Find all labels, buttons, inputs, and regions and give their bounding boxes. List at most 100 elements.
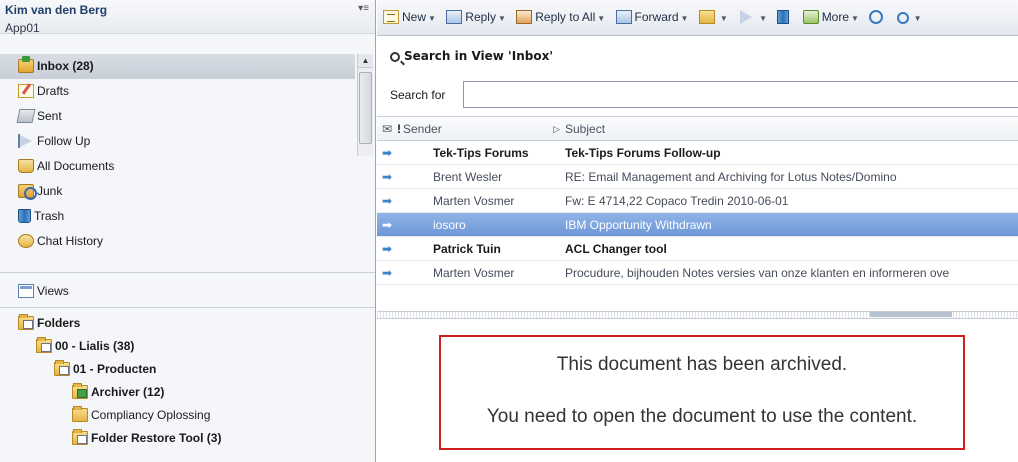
sidebar-item-trash[interactable]: Trash [0, 204, 355, 229]
search-input[interactable] [463, 81, 1018, 108]
sidebar-item-label: All Documents [37, 159, 115, 173]
reply-all-button[interactable]: Reply to All ▼ [516, 9, 605, 24]
navigator-header: Kim van den Berg App01 ▾≡ [0, 0, 375, 35]
chevron-down-icon[interactable]: ▼ [428, 14, 436, 23]
table-row-selected[interactable]: ➡ iosoro IBM Opportunity Withdrawn [377, 213, 1018, 237]
magnifier-icon [390, 52, 400, 62]
new-button-label: New [402, 9, 427, 24]
sidebar-item-views[interactable]: Views [0, 273, 375, 309]
follow-up-icon [18, 134, 34, 148]
sidebar-item-label: Sent [37, 109, 62, 123]
tree-item-folder-restore-tool[interactable]: Folder Restore Tool (3) [0, 427, 375, 450]
sidebar-item-chat-history[interactable]: Chat History [0, 229, 355, 254]
more-button[interactable]: More ▼ [802, 9, 859, 24]
reply-button[interactable]: Reply ▼ [446, 9, 506, 24]
row-subject: Tek-Tips Forums Follow-up [565, 146, 721, 160]
tree-item-label: Archiver (12) [91, 385, 165, 399]
sidebar-item-follow-up[interactable]: Follow Up [0, 129, 355, 154]
navigator-pane: Kim van den Berg App01 ▾≡ Inbox (28) Dra… [0, 0, 376, 462]
search-button[interactable]: ▼ [896, 10, 922, 24]
sidebar-item-label: Chat History [37, 234, 104, 248]
table-row[interactable]: ➡ Marten Vosmer Fw: E 4714,22 Copaco Tre… [377, 189, 1018, 213]
follow-up-flag-icon [738, 9, 754, 24]
row-sender: iosoro [433, 218, 466, 232]
tree-item-label: Compliancy Oplossing [91, 408, 211, 422]
column-header-sender[interactable]: Sender [403, 122, 442, 136]
row-sender: Marten Vosmer [433, 194, 515, 208]
row-subject: ACL Changer tool [565, 242, 667, 256]
folder-icon [698, 9, 715, 24]
envelope-icon[interactable]: ✉ [382, 122, 392, 136]
drafts-icon [18, 84, 34, 98]
sent-icon [16, 109, 36, 123]
row-subject: Procudure, bijhouden Notes versies van o… [565, 266, 950, 280]
action-toolbar: New ▼ Reply ▼ Reply to All ▼ Forward ▼ ▼ ▼ M… [377, 0, 1018, 36]
sidebar-item-inbox[interactable]: Inbox (28) [0, 54, 355, 79]
chevron-down-icon[interactable]: ▼ [759, 14, 767, 23]
chat-history-icon [18, 234, 34, 248]
table-row[interactable]: ➡ Marten Vosmer Procudure, bijhouden Not… [377, 261, 1018, 285]
tree-item-label: Folder Restore Tool (3) [91, 431, 222, 445]
folder-icon [72, 406, 88, 422]
archived-notice-line-2: You need to open the document to use the… [486, 406, 918, 427]
forward-button-label: Forward [634, 9, 679, 24]
search-panel-title: Search in View 'Inbox' [390, 49, 553, 63]
sidebar-item-label: Drafts [37, 84, 70, 98]
chevron-down-icon[interactable]: ▼ [720, 14, 728, 23]
sort-icon[interactable]: ▷ [553, 124, 560, 135]
sidebar-item-drafts[interactable]: Drafts [0, 79, 355, 104]
arrow-icon: ➡ [382, 194, 393, 208]
sidebar-item-sent[interactable]: Sent [0, 104, 355, 129]
chevron-down-icon[interactable]: ▼ [597, 14, 605, 23]
move-to-folder-button[interactable]: ▼ [698, 9, 728, 24]
table-row[interactable]: ➡ Patrick Tuin ACL Changer tool [377, 237, 1018, 261]
archive-folder-icon [72, 383, 88, 399]
views-section: Views [0, 272, 375, 308]
chevron-down-icon[interactable]: ▼ [681, 14, 689, 23]
refresh-icon [869, 9, 884, 24]
chevron-down-icon[interactable]: ▼ [914, 14, 922, 23]
search-icon [896, 11, 909, 24]
refresh-button[interactable] [869, 9, 886, 24]
new-button[interactable]: New ▼ [383, 9, 436, 24]
splitter-grip[interactable] [870, 312, 952, 317]
follow-up-button[interactable]: ▼ [738, 9, 767, 24]
column-header-subject[interactable]: Subject [565, 122, 605, 136]
search-label: Search for [390, 88, 446, 102]
message-list: ➡ Tek-Tips Forums Tek-Tips Forums Follow… [377, 141, 1018, 285]
search-title-text: Search in View 'Inbox' [404, 49, 553, 63]
sidebar-item-all-documents[interactable]: All Documents [0, 154, 355, 179]
tree-item-compliancy-oplossing[interactable]: Compliancy Oplossing [0, 404, 375, 427]
row-sender: Tek-Tips Forums [433, 146, 529, 160]
reply-icon [446, 9, 463, 24]
table-row[interactable]: ➡ Tek-Tips Forums Tek-Tips Forums Follow… [377, 141, 1018, 165]
chevron-down-icon[interactable]: ▼ [498, 14, 506, 23]
delete-button[interactable] [777, 9, 792, 24]
tree-item-folders[interactable]: Folders [0, 312, 375, 335]
tree-item-archiver[interactable]: Archiver (12) [0, 381, 375, 404]
tree-item-producten[interactable]: 01 - Producten [0, 358, 375, 381]
navigator-menu-icon[interactable]: ▾≡ [358, 3, 369, 14]
more-icon [802, 9, 819, 24]
views-icon [18, 284, 34, 298]
scroll-up-icon[interactable]: ▲ [358, 54, 373, 68]
user-name[interactable]: Kim van den Berg [5, 3, 370, 18]
row-sender: Patrick Tuin [433, 242, 501, 256]
tree-item-lialis[interactable]: 00 - Lialis (38) [0, 335, 375, 358]
arrow-icon: ➡ [382, 170, 393, 184]
table-row[interactable]: ➡ Brent Wesler RE: Email Management and … [377, 165, 1018, 189]
scrollbar-thumb[interactable] [359, 72, 372, 144]
mail-folder-list: Inbox (28) Drafts Sent Follow Up All Doc… [0, 54, 355, 254]
reply-button-label: Reply [465, 9, 496, 24]
new-icon [383, 9, 399, 24]
navigator-scrollbar[interactable]: ▲ [357, 54, 373, 156]
folder-icon [18, 314, 34, 330]
mail-view: New ▼ Reply ▼ Reply to All ▼ Forward ▼ ▼ ▼ M… [377, 0, 1018, 462]
sidebar-item-junk[interactable]: Junk [0, 179, 355, 204]
forward-icon [615, 9, 632, 24]
chevron-down-icon[interactable]: ▼ [851, 14, 859, 23]
forward-button[interactable]: Forward ▼ [615, 9, 689, 24]
preview-splitter[interactable] [377, 311, 1018, 319]
importance-icon[interactable]: ! [397, 122, 401, 136]
folder-icon [54, 360, 70, 376]
